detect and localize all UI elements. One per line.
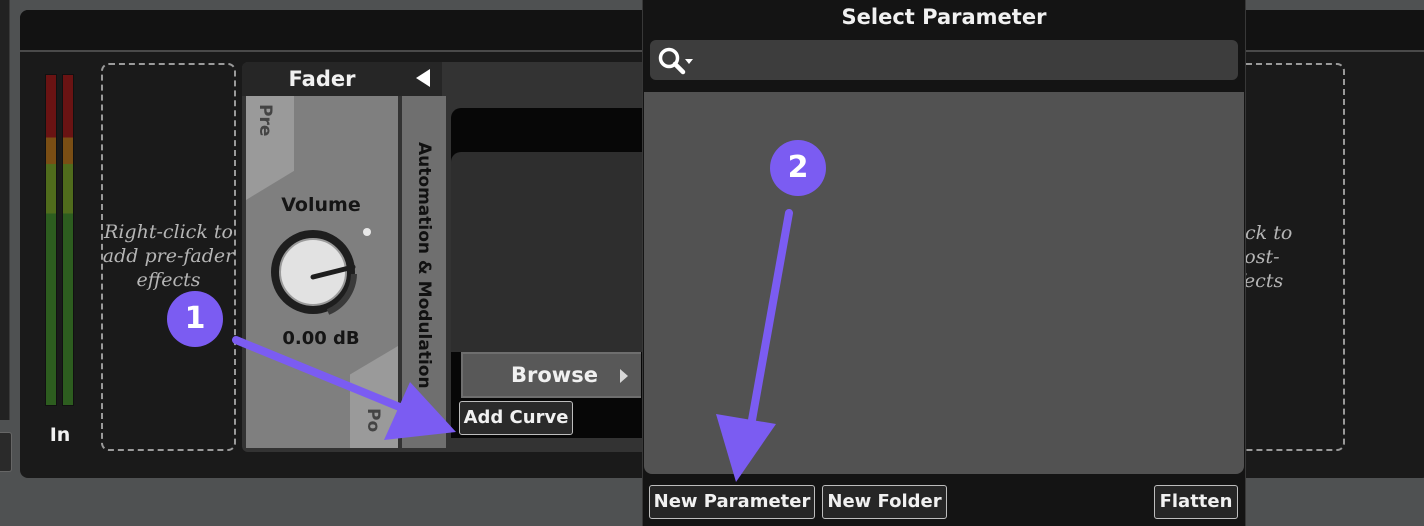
volume-knob-value: 0.00 dB	[282, 328, 360, 349]
left-edge-tab[interactable]	[0, 432, 12, 472]
pre-tab-label: Pre	[255, 104, 275, 137]
automation-modulation-label: Automation & Modulation	[414, 142, 434, 389]
add-curve-button[interactable]: Add Curve	[459, 401, 573, 435]
triangle-left-icon	[416, 69, 430, 87]
input-meter-label: In	[49, 424, 71, 446]
new-folder-button[interactable]: New Folder	[822, 485, 947, 519]
new-parameter-button[interactable]: New Parameter	[649, 485, 815, 519]
chevron-right-icon	[620, 369, 628, 383]
parameter-search-field[interactable]	[650, 40, 1238, 80]
post-tab-label: Po	[363, 408, 383, 433]
step-2-badge: 2	[770, 140, 826, 196]
automation-modulation-label-wrap: Automation & Modulation	[402, 142, 446, 402]
volume-knob-label: Volume	[281, 194, 361, 216]
parameter-list[interactable]	[644, 92, 1244, 474]
input-meter-right-channel	[62, 74, 74, 406]
post-fader-effects-hint: ight-click to add post- ler effects	[1238, 222, 1293, 292]
search-icon[interactable]	[656, 46, 698, 76]
flatten-button[interactable]: Flatten	[1154, 485, 1238, 519]
post-fader-effects-slot[interactable]: ight-click to add post- ler effects	[1238, 63, 1345, 451]
modulation-curve-area	[451, 152, 651, 352]
pre-fader-effects-hint: Right-click to add pre-fader effects	[102, 221, 235, 291]
step-1-badge: 1	[167, 291, 223, 347]
left-edge-panel	[0, 0, 10, 420]
input-meter-left-channel	[45, 74, 57, 406]
popup-title: Select Parameter	[841, 5, 1047, 29]
volume-knob[interactable]	[268, 222, 378, 322]
collapse-panel-button[interactable]	[402, 62, 442, 96]
browse-button[interactable]: Browse	[461, 352, 641, 398]
fader-device-title: Fader	[242, 62, 402, 96]
